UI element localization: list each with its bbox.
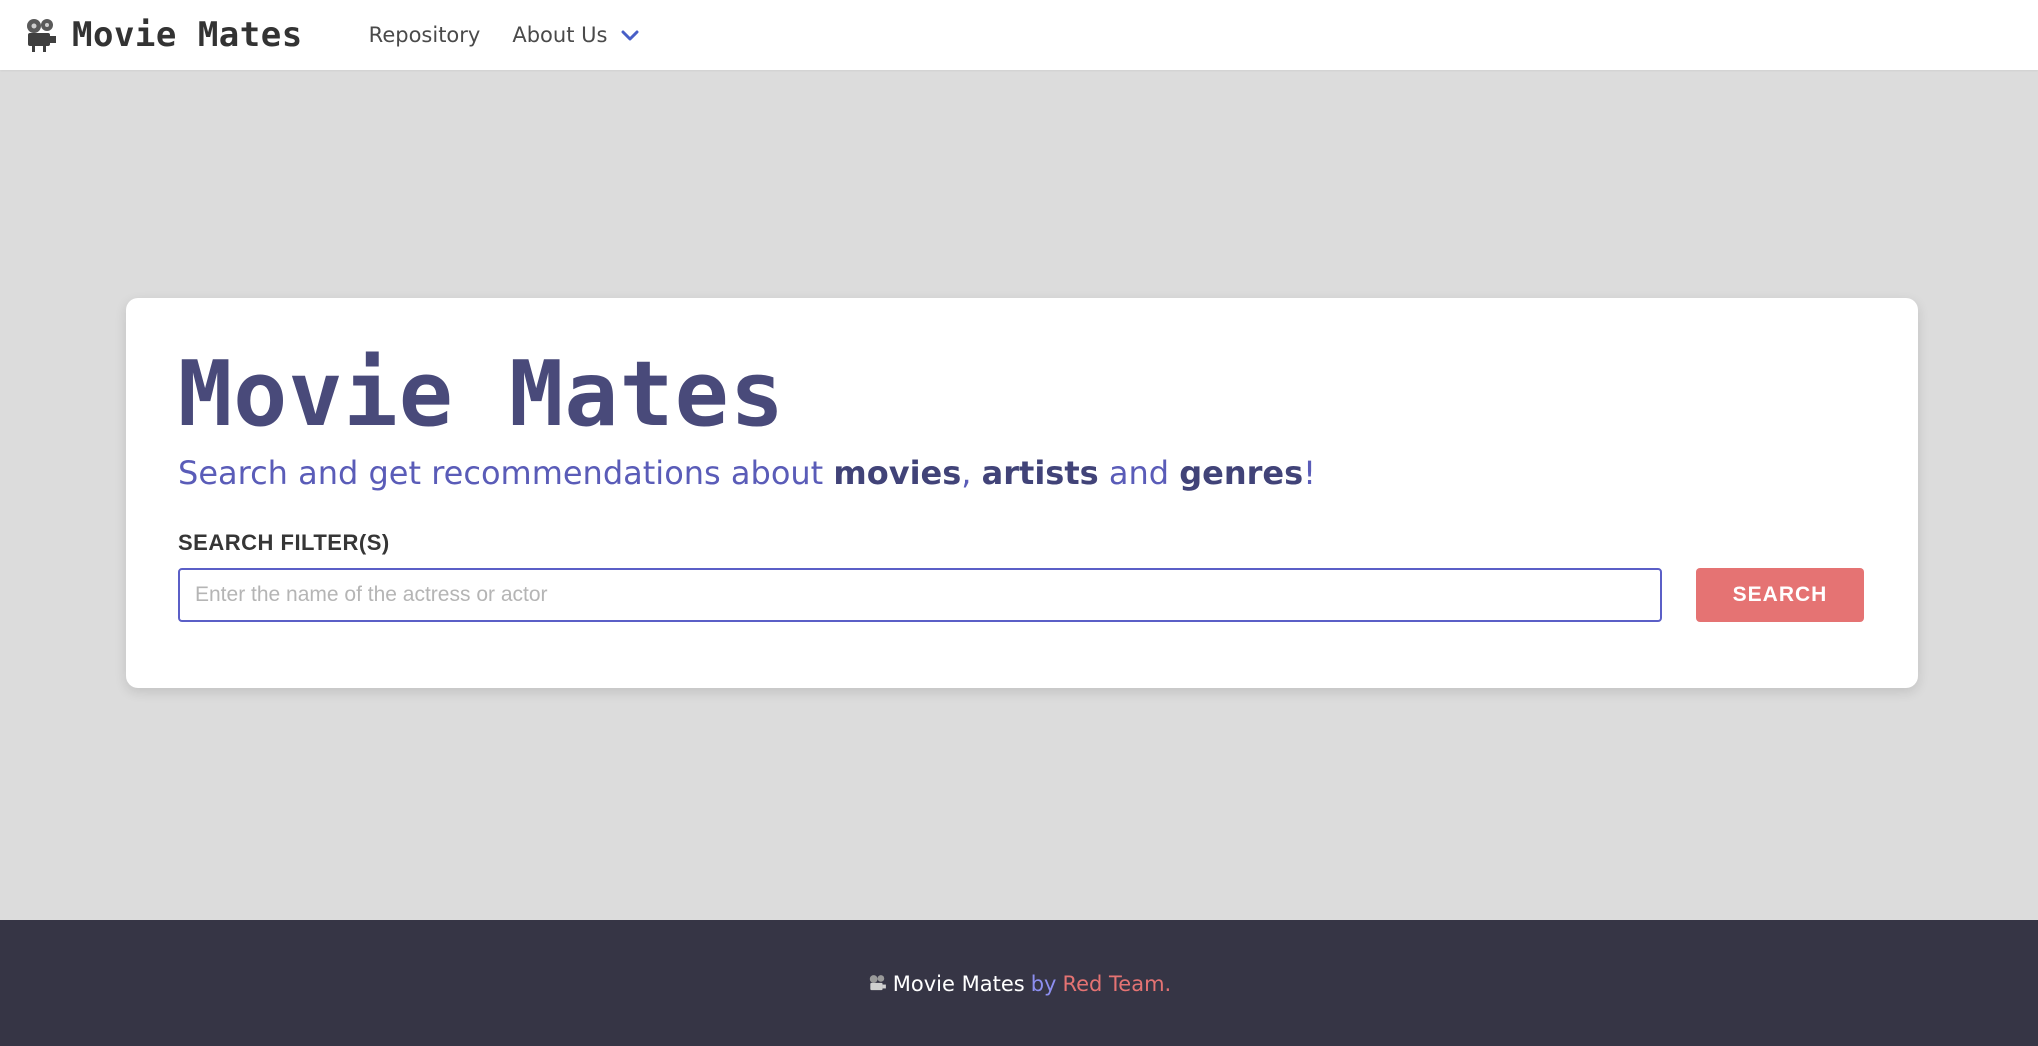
nav-links: Repository About Us bbox=[369, 23, 642, 47]
subtitle-prefix: Search and get recommendations about bbox=[178, 454, 834, 492]
footer: Movie Mates by Red Team. bbox=[0, 920, 2038, 1046]
search-button[interactable]: SEARCH bbox=[1696, 568, 1864, 622]
footer-credit: Movie Mates by Red Team. bbox=[867, 972, 1171, 996]
nav-about-label: About Us bbox=[512, 23, 608, 47]
nav-about-dropdown[interactable]: About Us bbox=[512, 23, 641, 47]
footer-team-link[interactable]: Red Team. bbox=[1062, 972, 1171, 996]
subtitle-end: ! bbox=[1303, 454, 1316, 492]
subtitle-genres: genres bbox=[1179, 454, 1304, 492]
brand-name: Movie Mates bbox=[72, 15, 303, 55]
top-navbar: Movie Mates Repository About Us bbox=[0, 0, 2038, 70]
subtitle-and: and bbox=[1098, 454, 1180, 492]
footer-brand: Movie Mates bbox=[892, 972, 1025, 996]
subtitle-movies: movies bbox=[833, 454, 962, 492]
chevron-down-icon bbox=[619, 24, 641, 46]
subtitle-artists: artists bbox=[981, 454, 1099, 492]
search-input[interactable] bbox=[178, 568, 1662, 622]
nav-repository-link[interactable]: Repository bbox=[369, 23, 481, 47]
brand-link[interactable]: Movie Mates bbox=[22, 15, 303, 55]
hero-title: Movie Mates bbox=[178, 342, 786, 447]
footer-by: by bbox=[1030, 972, 1057, 996]
film-projector-icon bbox=[867, 974, 887, 994]
film-projector-icon bbox=[22, 17, 58, 53]
subtitle-comma: , bbox=[961, 454, 982, 492]
hero-subtitle: Search and get recommendations about mov… bbox=[178, 454, 1316, 492]
search-filter-label: SEARCH FILTER(S) bbox=[178, 530, 390, 555]
search-card: Movie Mates Search and get recommendatio… bbox=[126, 298, 1918, 688]
